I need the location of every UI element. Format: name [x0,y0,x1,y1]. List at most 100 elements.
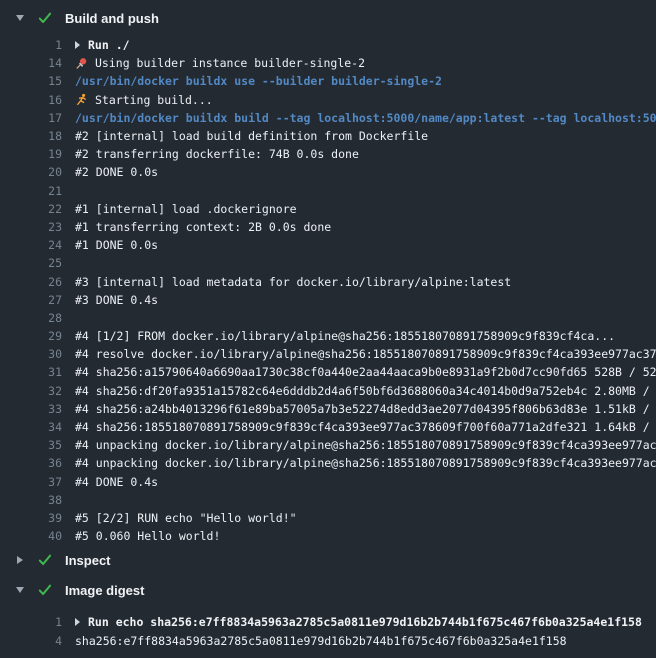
log-line: 19 #2 transferring dockerfile: 74B 0.0s d… [0,145,656,163]
collapse-chevron-icon[interactable] [14,15,26,21]
log-line-content: Run ./ [62,38,130,52]
log-line: 33 #4 sha256:a24bb4013296f61e89ba57005a7b… [0,400,656,418]
line-number[interactable]: 37 [0,475,62,489]
log-line: 34#4 sha256:185518070891758909c9f839cf4c… [0,418,656,436]
line-number[interactable]: 18 [0,129,62,143]
log-line-content: #2 DONE 0.0s [62,165,158,179]
log-text: #2 transferring dockerfile: 74B 0.0s don… [75,147,359,161]
log-text: #5 0.060 Hello world! [75,529,220,543]
log-line-content: #2 [internal] load build definition from… [62,129,428,143]
log-line: 24#1 DONE 0.0s [0,236,656,254]
log-line: 27 #3 DONE 0.4s [0,291,656,309]
section-title: Inspect [65,553,111,568]
log-line: 29 #4 [1/2] FROM docker.io/library/alpine… [0,327,656,345]
log-line: 4 sha256:e7ff8834a5963a2785c5a0811e979d16… [0,631,656,649]
run-command-text: Run echo sha256:e7ff8834a5963a2785c5a081… [88,615,642,629]
log-line: 31 #4 sha256:a15790640a6690aa1730c38cf0a4… [0,363,656,381]
line-number[interactable]: 23 [0,220,62,234]
log-line-content: /usr/bin/docker buildx use --builder bui… [62,74,442,88]
expand-run-icon[interactable] [75,618,80,626]
log-text: #4 DONE 0.4s [75,475,158,489]
log-line-content: #1 transferring context: 2B 0.0s done [62,220,331,234]
expand-run-icon[interactable] [75,41,80,49]
line-number[interactable]: 22 [0,202,62,216]
log-line: 17/usr/bin/docker buildx build --tag loc… [0,109,656,127]
log-line: 37 #4 DONE 0.4s [0,473,656,491]
line-number[interactable]: 14 [0,56,62,70]
log-line-content: Starting build... [62,93,213,107]
log-line-content: #3 [internal] load metadata for docker.i… [62,275,511,289]
log-text: Using builder instance builder-single-2 [95,56,365,70]
log-line-content: #4 sha256:a24bb4013296f61e89ba57005a7b3e… [62,402,656,416]
collapse-chevron-icon[interactable] [14,587,26,593]
log-line: 38 [0,491,656,509]
line-number[interactable]: 40 [0,529,62,543]
log-line-content: /usr/bin/docker buildx build --tag local… [62,111,656,125]
line-number[interactable]: 35 [0,438,62,452]
success-check-icon [37,10,53,26]
log-line-content: #4 unpacking docker.io/library/alpine@sh… [62,438,656,452]
log-text: #5 [2/2] RUN echo "Hello world!" [75,511,297,525]
line-number[interactable]: 21 [0,184,62,198]
log-line-content: #4 [1/2] FROM docker.io/library/alpine@s… [62,329,615,343]
log-text: #4 sha256:a15790640a6690aa1730c38cf0a440… [75,365,656,379]
line-number[interactable]: 31 [0,365,62,379]
line-number[interactable]: 24 [0,238,62,252]
line-number[interactable]: 25 [0,256,62,270]
section-header-build-and-push[interactable]: Build and push [0,2,656,34]
log-text: #4 [1/2] FROM docker.io/library/alpine@s… [75,329,615,343]
log-text: #1 [internal] load .dockerignore [75,202,297,216]
log-line-content: #4 unpacking docker.io/library/alpine@sh… [62,456,656,470]
expand-chevron-icon[interactable] [14,556,26,564]
log-text: #4 sha256:df20fa9351a15782c64e6dddb2d4a6… [75,384,656,398]
line-number[interactable]: 29 [0,329,62,343]
log-line: 18#2 [internal] load build definition fr… [0,127,656,145]
section-header-image-digest[interactable]: Image digest [0,575,656,605]
log-lines-build-and-push: 1Run ./14 Using builder instance builder-… [0,34,656,545]
line-number[interactable]: 30 [0,347,62,361]
line-number[interactable]: 20 [0,165,62,179]
success-check-icon [37,552,53,568]
line-number[interactable]: 32 [0,384,62,398]
log-text: #4 sha256:a24bb4013296f61e89ba57005a7b3e… [75,402,656,416]
command-text: /usr/bin/docker buildx use --builder bui… [75,74,442,88]
line-number[interactable]: 4 [0,634,62,648]
log-text: #3 DONE 0.4s [75,293,158,307]
command-text: /usr/bin/docker buildx build --tag local… [75,111,656,125]
line-number[interactable]: 28 [0,311,62,325]
line-number[interactable]: 17 [0,111,62,125]
log-line: 36#4 unpacking docker.io/library/alpine@… [0,454,656,472]
line-number[interactable]: 26 [0,275,62,289]
log-line: 32 #4 sha256:df20fa9351a15782c64e6dddb2d4… [0,382,656,400]
line-number[interactable]: 36 [0,456,62,470]
log-section-image-digest: Image digest 1 Run echo sha256:e7ff8834a5… [0,575,656,649]
log-line-content: #1 [internal] load .dockerignore [62,202,297,216]
line-number[interactable]: 1 [0,38,62,52]
log-line: 1 Run echo sha256:e7ff8834a5963a2785c5a08… [0,613,656,631]
log-section-build-and-push: Build and push 1Run ./14 Using builder in… [0,2,656,545]
log-line: 25 [0,254,656,272]
line-number[interactable]: 33 [0,402,62,416]
line-number[interactable]: 39 [0,511,62,525]
line-number[interactable]: 1 [0,615,62,629]
line-number[interactable]: 16 [0,93,62,107]
log-line-content: #4 DONE 0.4s [62,475,158,489]
log-line: 30#4 resolve docker.io/library/alpine@sh… [0,345,656,363]
section-title: Build and push [65,11,159,26]
log-line-content: #3 DONE 0.4s [62,293,158,307]
section-header-inspect[interactable]: Inspect [0,545,656,575]
log-line: 39 #5 [2/2] RUN echo "Hello world!" [0,509,656,527]
log-lines-image-digest: 1 Run echo sha256:e7ff8834a5963a2785c5a08… [0,605,656,649]
log-line-content: #5 [2/2] RUN echo "Hello world!" [62,511,297,525]
line-number[interactable]: 15 [0,74,62,88]
line-number[interactable]: 27 [0,293,62,307]
actions-log-viewer: Build and push 1Run ./14Using builder in… [0,0,656,658]
log-line: 20#2 DONE 0.0s [0,163,656,181]
log-line-content: sha256:e7ff8834a5963a2785c5a0811e979d16b… [62,634,567,648]
line-number[interactable]: 38 [0,493,62,507]
log-text: sha256:e7ff8834a5963a2785c5a0811e979d16b… [75,634,567,648]
log-line-content: #4 resolve docker.io/library/alpine@sha2… [62,347,656,361]
line-number[interactable]: 19 [0,147,62,161]
log-text: Starting build... [95,93,213,107]
line-number[interactable]: 34 [0,420,62,434]
